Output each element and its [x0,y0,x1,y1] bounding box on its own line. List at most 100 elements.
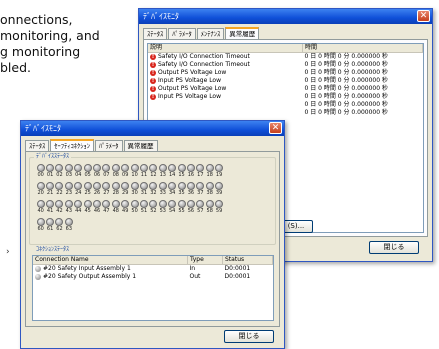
error-time: 0 日 0 時間 0 分 0.000000 秒 [304,69,388,76]
error-description: Output PS Voltage Low [158,69,227,76]
node-status-indicator: 00 [36,164,45,182]
node-address-label: 12 [150,172,157,178]
tab-status[interactable]: ｽﾃｰﾀｽ [25,140,50,151]
node-status-indicator: 40 [36,200,45,218]
close-icon[interactable]: ✕ [417,10,430,22]
node-status-indicator: 16 [186,164,195,182]
error-description: Input PS Voltage Low [158,93,222,100]
tab-error-history[interactable]: 異常履歴 [123,140,158,151]
column-header-type[interactable]: Type [187,256,223,265]
connection-status: D0:0001 [224,265,251,272]
table-row[interactable]: ! Safety I/O Connection Timeout 0 日 0 時間 … [148,53,423,62]
node-address-label: 42 [56,208,63,214]
table-row[interactable]: 0 日 0 時間 0 分 0.000000 秒 [148,101,423,109]
tab-parameters[interactable]: ﾊﾟﾗﾒｰﾀ [95,140,123,151]
node-status-icon [158,200,167,208]
node-status-icon [149,182,158,190]
node-status-indicator: 62 [55,218,64,236]
node-status-indicator: 48 [111,200,120,218]
device-status-label: ﾃﾞﾊﾞｲｽｽﾃｰﾀｽ [34,153,72,161]
connection-status-list[interactable]: Connection Name Type Status #20 Safety I… [32,255,274,321]
table-row[interactable]: #20 Safety Input Assembly 1 In D0:0001 [33,265,273,274]
node-status-indicator: 13 [158,164,167,182]
background-text-line: g monitoring [0,44,81,59]
node-status-icon [186,164,195,172]
tab-maintenance[interactable]: ﾒﾝﾃﾅﾝｽ [196,28,225,39]
node-status-indicator: 21 [45,182,55,200]
node-status-indicator: 11 [139,164,148,182]
node-status-icon [55,218,64,226]
tab-status[interactable]: ｽﾃｰﾀｽ [143,28,168,39]
close-icon[interactable]: ✕ [269,122,282,134]
error-time: 0 日 0 時間 0 分 0.000000 秒 [304,61,388,68]
node-address-label: 13 [159,172,166,178]
node-address-label: 11 [140,172,148,178]
node-status-indicator: 56 [186,200,195,218]
column-header-description[interactable]: 説明 [148,44,303,53]
node-status-indicator: 04 [74,164,83,182]
node-status-icon [74,164,83,172]
node-address-label: 45 [84,208,91,214]
node-status-icon [36,218,45,226]
node-address-label: 57 [197,208,204,214]
node-address-label: 29 [122,190,129,196]
node-status-indicator: 41 [45,200,55,218]
table-row[interactable]: ! Input PS Voltage Low 0 日 0 時間 0 分 0.000… [148,93,423,101]
node-status-icon [64,218,73,226]
node-status-indicator: 30 [130,182,139,200]
table-row[interactable]: 0 日 0 時間 0 分 0.000000 秒 [148,109,423,117]
node-status-icon [64,200,73,208]
node-status-icon [74,182,83,190]
node-address-label: 04 [75,172,82,178]
node-status-indicator: 18 [205,164,214,182]
node-status-icon [111,164,120,172]
table-row[interactable]: ! Output PS Voltage Low 0 日 0 時間 0 分 0.00… [148,69,423,77]
error-icon: ! [150,85,156,92]
table-row[interactable]: ! Safety I/O Connection Timeout 0 日 0 時間 … [148,61,423,69]
node-status-indicator: 27 [102,182,111,200]
error-description: Safety I/O Connection Timeout [158,61,250,68]
node-address-label: 17 [197,172,204,178]
node-status-icon [196,200,205,208]
node-status-icon [168,200,177,208]
node-status-indicator: 24 [74,182,83,200]
error-description: Output PS Voltage Low [158,85,227,92]
node-status-indicator: 12 [149,164,158,182]
column-header-connection-name[interactable]: Connection Name [33,256,188,265]
column-header-status[interactable]: Status [222,256,273,265]
node-status-indicator: 42 [55,200,64,218]
close-button[interactable]: 閉じる [224,330,274,343]
node-address-label: 61 [46,226,54,232]
node-status-icon [130,200,139,208]
node-status-indicator: 17 [196,164,205,182]
tab-strip: ｽﾃｰﾀｽ ﾊﾟﾗﾒｰﾀ ﾒﾝﾃﾅﾝｽ 異常履歴 [143,27,260,41]
node-status-icon [111,182,120,190]
node-status-icon [83,164,92,172]
node-status-indicator: 50 [130,200,139,218]
node-status-icon [55,164,64,172]
node-status-icon [46,164,55,172]
close-button[interactable]: 閉じる [369,241,419,254]
connection-status: D0:0001 [224,273,251,280]
node-status-icon [186,200,195,208]
node-status-indicator: 43 [64,200,73,218]
node-address-label: 27 [103,190,110,196]
table-row[interactable]: #20 Safety Output Assembly 1 Out D0:0001 [33,273,273,281]
tab-parameters[interactable]: ﾊﾟﾗﾒｰﾀ [168,28,196,39]
node-status-icon [205,164,214,172]
table-row[interactable]: ! Input PS Voltage Low 0 日 0 時間 0 分 0.000… [148,77,423,85]
table-row[interactable]: ! Output PS Voltage Low 0 日 0 時間 0 分 0.00… [148,85,423,93]
node-status-indicator: 34 [167,182,177,200]
node-address-label: 15 [178,172,185,178]
column-header-time[interactable]: 時間 [302,44,423,53]
connection-icon [35,265,41,272]
node-status-indicator: 54 [167,200,177,218]
node-address-label: 08 [112,172,119,178]
node-address-label: 51 [140,208,148,214]
node-status-icon [177,182,186,190]
node-status-icon [158,182,167,190]
background-text-line: onnections, [0,12,73,27]
node-status-icon [36,182,45,190]
node-status-indicator: 37 [196,182,205,200]
node-status-icon [36,164,45,172]
